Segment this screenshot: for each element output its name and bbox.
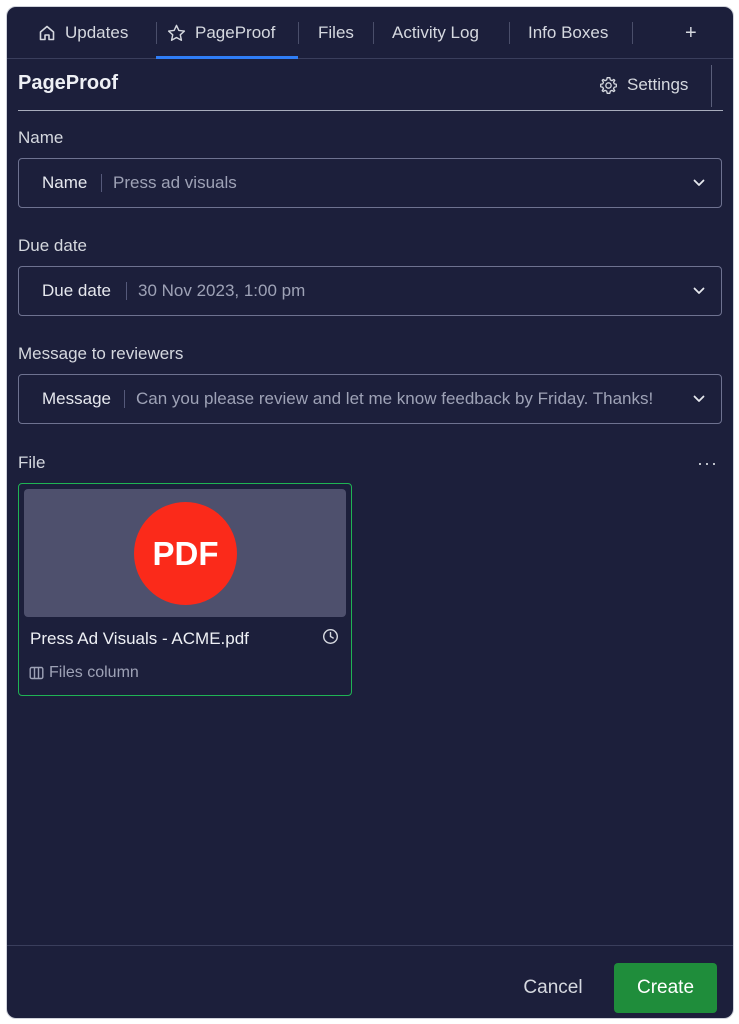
file-source-label: Files column	[49, 664, 139, 681]
due-date-field-value: 30 Nov 2023, 1:00 pm	[138, 281, 306, 300]
message-field-value: Can you please review and let me know fe…	[136, 389, 654, 408]
create-button[interactable]: Create	[614, 963, 717, 1013]
star-icon	[167, 24, 186, 42]
tab-label: Files	[318, 23, 354, 42]
tab-bar: Updates PageProof Files Activity Log Inf…	[7, 7, 733, 59]
pdf-badge: PDF	[134, 502, 237, 605]
file-thumbnail: PDF	[24, 489, 346, 617]
chevron-down-icon	[692, 284, 706, 298]
gear-icon	[599, 76, 618, 95]
tab-divider	[298, 22, 299, 44]
header-divider	[711, 65, 712, 107]
file-name: Press Ad Visuals - ACME.pdf	[30, 629, 249, 648]
due-date-label: Due date	[18, 236, 87, 255]
column-icon	[29, 666, 44, 680]
tab-updates[interactable]: Updates	[38, 7, 128, 59]
file-label: File	[18, 453, 46, 472]
footer-divider	[7, 945, 733, 946]
name-label: Name	[18, 128, 64, 147]
name-field-key: Name	[42, 173, 88, 192]
file-card[interactable]: PDF Press Ad Visuals - ACME.pdf Files co…	[18, 483, 352, 696]
message-field-key: Message	[42, 389, 111, 408]
tab-divider	[509, 22, 510, 44]
tab-divider	[373, 22, 374, 44]
clock-icon[interactable]	[322, 628, 339, 645]
field-divider	[126, 282, 127, 300]
tab-label: Activity Log	[392, 23, 479, 42]
pageproof-panel: Updates PageProof Files Activity Log Inf…	[6, 6, 734, 1019]
chevron-down-icon	[692, 176, 706, 190]
header-underline	[18, 110, 723, 111]
plus-icon: +	[685, 21, 697, 44]
tab-pageproof[interactable]: PageProof	[167, 7, 275, 59]
tab-files[interactable]: Files	[318, 7, 354, 59]
message-label: Message to reviewers	[18, 344, 184, 363]
home-icon	[38, 24, 56, 42]
file-source: Files column	[29, 664, 139, 682]
message-field[interactable]: Message Can you please review and let me…	[18, 374, 722, 424]
due-date-field-key: Due date	[42, 281, 111, 300]
tab-divider	[632, 22, 633, 44]
settings-button[interactable]: Settings	[599, 75, 688, 95]
settings-label: Settings	[627, 75, 689, 94]
page-title: PageProof	[18, 72, 119, 94]
name-field-value: Press ad visuals	[113, 173, 237, 192]
tab-label: Info Boxes	[528, 23, 609, 42]
add-tab-button[interactable]: +	[685, 7, 697, 59]
more-options-button[interactable]: ···	[697, 453, 718, 474]
active-tab-indicator	[156, 56, 298, 59]
tab-divider	[156, 22, 157, 44]
tab-label: Updates	[65, 23, 129, 42]
tab-info-boxes[interactable]: Info Boxes	[528, 7, 608, 59]
tab-label: PageProof	[195, 23, 276, 42]
field-divider	[101, 174, 102, 192]
name-field[interactable]: Name Press ad visuals	[18, 158, 722, 208]
field-divider	[124, 390, 125, 408]
due-date-field[interactable]: Due date 30 Nov 2023, 1:00 pm	[18, 266, 722, 316]
tab-activity-log[interactable]: Activity Log	[392, 7, 479, 59]
cancel-button[interactable]: Cancel	[503, 963, 603, 1013]
chevron-down-icon	[692, 392, 706, 406]
